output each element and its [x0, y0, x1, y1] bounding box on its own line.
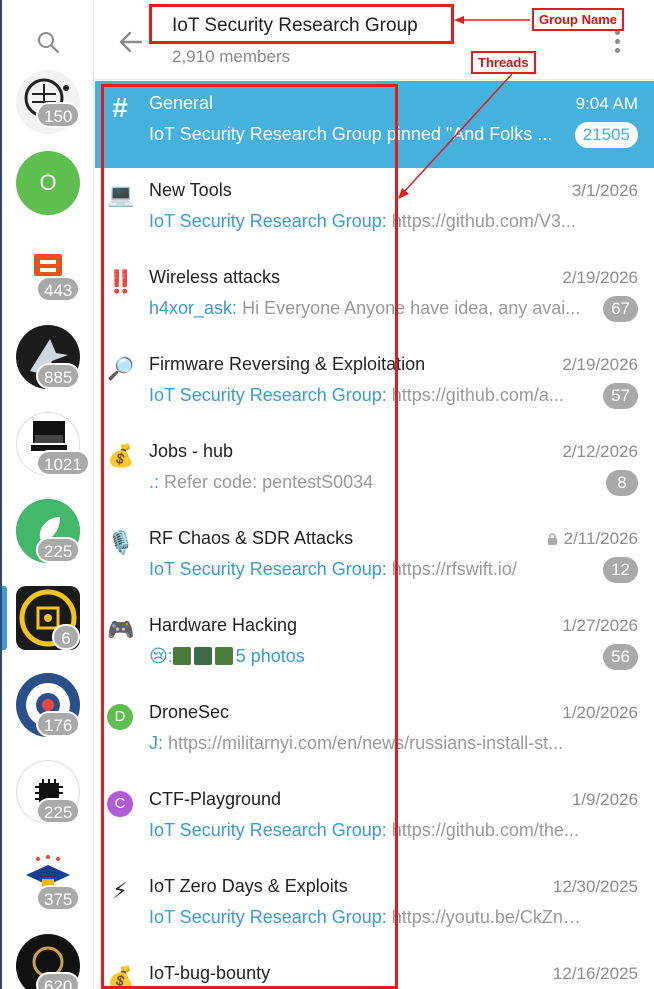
unread-badge: 1021 [36, 450, 90, 476]
preview-text: https://github.com/the... [386, 820, 579, 840]
unread-badge: 885 [36, 363, 81, 389]
unread-badge: 225 [36, 537, 81, 563]
unread-badge: 443 [36, 276, 81, 302]
thread-date-text: 2/12/2026 [562, 442, 638, 461]
back-arrow-icon[interactable] [117, 28, 145, 56]
group-name-annotation: Group Name [532, 8, 625, 31]
thread-date: 12/16/2025 [553, 964, 638, 984]
preview-text: https://github.com/a... [386, 385, 564, 405]
lock-icon [547, 533, 557, 545]
unread-badge: 176 [36, 711, 81, 737]
thread-date-text: 12/30/2025 [552, 877, 638, 896]
thread-date-text: 1/20/2026 [562, 703, 638, 722]
preview-text: pinned "And Folks ... [381, 124, 553, 144]
thread-date-text: 3/1/2026 [571, 181, 638, 200]
unread-badge: 150 [36, 102, 81, 128]
preview-text: https://rfswift.io/ [386, 559, 517, 579]
chat-avatar-o[interactable]: O [16, 151, 80, 215]
unread-count-badge: 67 [603, 296, 638, 322]
thread-date: 2/19/2026 [562, 268, 638, 288]
member-count: 2,910 members [172, 47, 291, 66]
unread-badge: 375 [36, 885, 81, 911]
unread-badge: 620 [36, 972, 81, 989]
preview-text: https://github.com/V3... [386, 211, 576, 231]
thread-date-text: 12/16/2025 [552, 964, 638, 983]
thread-date: 2/19/2026 [562, 355, 638, 375]
unread-count-badge: 21505 [574, 122, 638, 148]
thread-date-text: 9:04 AM [575, 94, 638, 113]
thread-date-text: 2/11/2026 [563, 529, 638, 548]
unread-count-badge: 8 [606, 470, 638, 496]
rail-edge [0, 0, 2, 989]
thread-date: 1/20/2026 [562, 703, 638, 723]
more-options-icon[interactable] [611, 30, 623, 56]
unread-badge: 6 [52, 624, 80, 650]
thread-date-text: 1/9/2026 [571, 790, 638, 809]
unread-badge: 225 [36, 798, 81, 824]
thread-date: 3/1/2026 [572, 181, 638, 201]
avatar-letter: O [39, 170, 57, 195]
thread-date: 2/12/2026 [562, 442, 638, 462]
preview-text: https://youtu.be/CkZn_SZP... [391, 907, 589, 927]
thread-date: 9:04 AM [576, 94, 638, 114]
thread-date-text: 2/19/2026 [562, 355, 638, 374]
thread-date: 1/9/2026 [572, 790, 638, 810]
threads-annotation: Threads [471, 51, 536, 74]
unread-count-badge: 12 [603, 557, 638, 583]
thread-date-text: 1/27/2026 [562, 616, 638, 635]
unread-count-badge: 56 [603, 644, 638, 670]
chat-folder-rail: 150 O 443 885 1021 225 6 176 225 375 620 [0, 0, 94, 989]
unread-count-badge: 57 [603, 383, 638, 409]
thread-date-text: 2/19/2026 [562, 268, 638, 287]
active-chat-indicator [2, 586, 7, 650]
threads-highlight [101, 84, 398, 989]
thread-date: 1/27/2026 [562, 616, 638, 636]
search-icon[interactable] [36, 30, 60, 54]
thread-date: 12/30/2025 [553, 877, 638, 897]
thread-date: 2/11/2026 [547, 529, 638, 549]
group-name-highlight [149, 4, 454, 44]
